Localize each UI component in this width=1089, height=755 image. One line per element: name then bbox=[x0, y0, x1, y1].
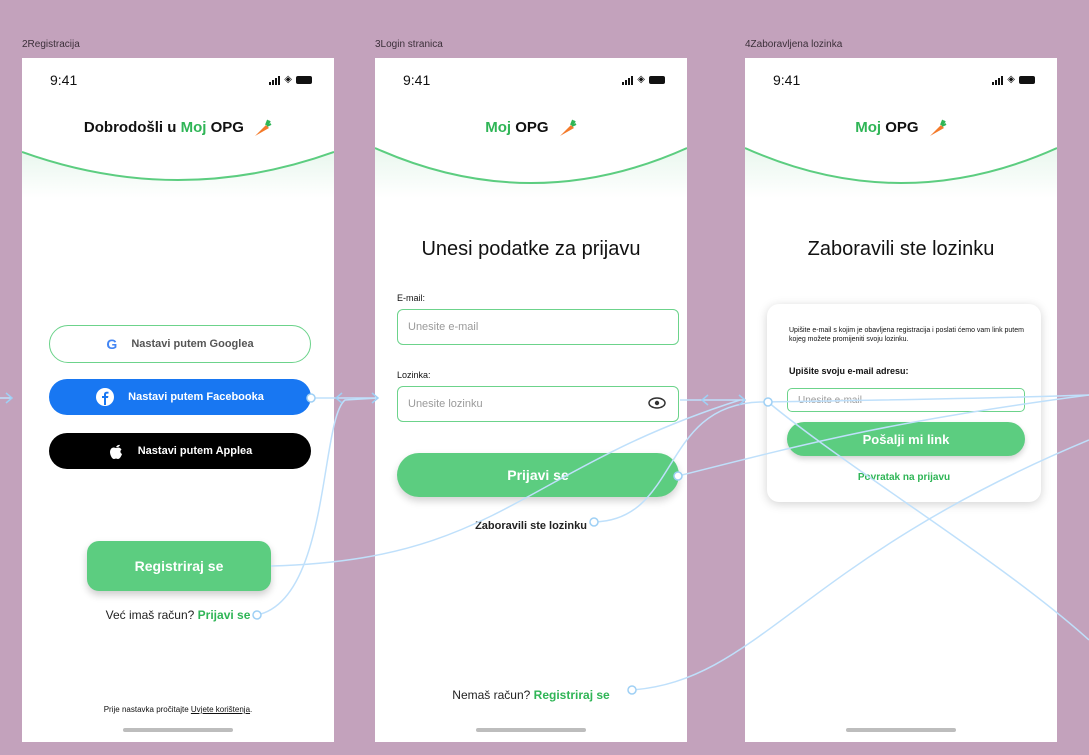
brand-logo: Moj OPG bbox=[375, 118, 687, 138]
register-link[interactable]: Registriraj se bbox=[534, 688, 610, 702]
brand-moj: Moj bbox=[180, 118, 207, 136]
home-indicator bbox=[476, 728, 586, 732]
register-button[interactable]: Registriraj se bbox=[87, 541, 271, 591]
forgot-password-screen: 9:41 ◈ Moj OPG Zaboravili ste lozinku Up… bbox=[745, 58, 1057, 742]
email-label: E-mail: bbox=[397, 293, 426, 303]
facebook-label: Nastavi putem Facebooka bbox=[128, 391, 264, 403]
password-field[interactable]: Unesite lozinku bbox=[397, 386, 679, 422]
terms-link[interactable]: Uvjete korištenja bbox=[191, 705, 250, 714]
reset-email-field[interactable]: Unesite e-mail bbox=[787, 388, 1025, 412]
facebook-icon bbox=[96, 388, 115, 406]
brand-opg: OPG bbox=[515, 118, 549, 136]
eye-icon[interactable] bbox=[648, 396, 666, 410]
registration-screen: 9:41 ◈ Dobrodošli u Moj OPG G Nastavi pu… bbox=[22, 58, 334, 742]
brand-logo: Moj OPG bbox=[745, 118, 1057, 138]
login-screen: 9:41 ◈ Moj OPG Unesi podatke za prijavu … bbox=[375, 58, 687, 742]
apple-label: Nastavi putem Applea bbox=[137, 445, 253, 457]
terms-suffix: . bbox=[250, 705, 253, 714]
google-icon: G bbox=[106, 336, 118, 352]
brand-moj: Moj bbox=[485, 118, 512, 136]
google-signin-button[interactable]: G Nastavi putem Googlea bbox=[49, 325, 311, 363]
password-label: Lozinka: bbox=[397, 370, 431, 380]
google-label: Nastavi putem Googlea bbox=[131, 338, 254, 350]
frame-label-registracija: 2Registracija bbox=[22, 39, 80, 50]
have-account-row: Već imaš račun? Prijavi se bbox=[22, 608, 334, 622]
reset-description: Upišite e-mail s kojim je obavljena regi… bbox=[789, 327, 1024, 343]
terms-text: Prije nastavka pročitajte bbox=[103, 705, 189, 714]
login-title: Unesi podatke za prijavu bbox=[421, 238, 641, 260]
brand-moj: Moj bbox=[855, 118, 882, 136]
frame-label-zaboravljena: 4Zaboravljena lozinka bbox=[745, 39, 843, 50]
no-account-row: Nemaš račun? Registriraj se bbox=[375, 688, 687, 702]
have-account-text: Već imaš račun? bbox=[105, 608, 195, 622]
carrot-icon bbox=[255, 119, 272, 136]
login-button[interactable]: Prijavi se bbox=[397, 453, 679, 497]
password-placeholder: Unesite lozinku bbox=[408, 398, 483, 410]
welcome-prefix: Dobrodošli u bbox=[83, 118, 177, 136]
frame-label-login: 3Login stranica bbox=[375, 39, 443, 50]
facebook-signin-button[interactable]: Nastavi putem Facebooka bbox=[49, 379, 311, 415]
home-indicator bbox=[846, 728, 956, 732]
email-field[interactable]: Unesite e-mail bbox=[397, 309, 679, 345]
carrot-icon bbox=[559, 119, 577, 136]
terms-row: Prije nastavka pročitajte Uvjete korište… bbox=[22, 705, 334, 714]
forgot-password-link[interactable]: Zaboravili ste lozinku bbox=[375, 520, 687, 532]
apple-signin-button[interactable]: Nastavi putem Applea bbox=[49, 433, 311, 469]
brand-opg: OPG bbox=[210, 118, 244, 136]
home-indicator bbox=[123, 728, 233, 732]
reset-email-label: Upišite svoju e-mail adresu: bbox=[789, 366, 909, 376]
brand-opg: OPG bbox=[885, 118, 919, 136]
no-account-text: Nemaš račun? bbox=[452, 688, 531, 702]
back-to-login-link[interactable]: Povratak na prijavu bbox=[767, 472, 1041, 483]
forgot-title: Zaboravili ste lozinku bbox=[807, 238, 995, 260]
reset-card: Upišite e-mail s kojim je obavljena regi… bbox=[767, 304, 1041, 502]
welcome-heading: Dobrodošli u Moj OPG bbox=[22, 118, 334, 138]
carrot-icon bbox=[929, 119, 947, 136]
apple-icon bbox=[109, 444, 122, 459]
login-link[interactable]: Prijavi se bbox=[198, 608, 251, 622]
send-link-button[interactable]: Pošalji mi link bbox=[787, 422, 1025, 456]
